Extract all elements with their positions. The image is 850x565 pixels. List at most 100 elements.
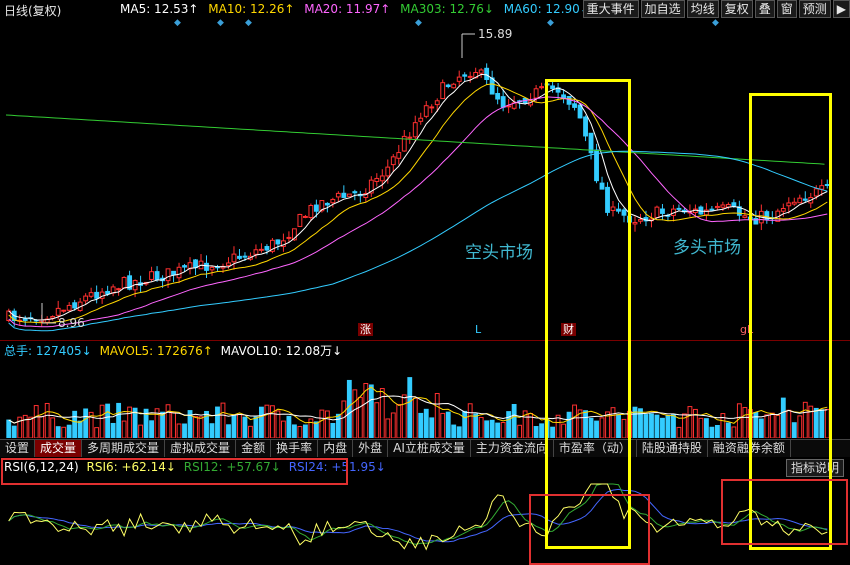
candle-body bbox=[742, 215, 748, 218]
candle-body bbox=[660, 208, 665, 214]
candle-body bbox=[396, 152, 402, 159]
bear-highlight-box bbox=[545, 79, 631, 549]
bear-market-annotation: 空头市场 bbox=[465, 243, 533, 263]
high-price-label: 15.89 bbox=[478, 27, 513, 41]
period-label[interactable]: 日线(复权) bbox=[4, 2, 61, 19]
volume-bar bbox=[44, 402, 50, 438]
candle-body bbox=[121, 276, 127, 289]
candle-body bbox=[467, 75, 473, 78]
volume-bar bbox=[396, 403, 402, 438]
volume-bar bbox=[352, 389, 358, 438]
ma-button[interactable]: 均线 bbox=[686, 0, 719, 18]
adjust-button[interactable]: 复权 bbox=[720, 0, 753, 18]
ma10-label: MA10: 12.26↑ bbox=[208, 2, 295, 16]
volume-bar bbox=[412, 397, 418, 438]
candle-body bbox=[330, 198, 336, 204]
candle-body bbox=[308, 204, 314, 219]
candle-body bbox=[539, 86, 545, 89]
limit-up-marker[interactable]: 涨 bbox=[358, 323, 373, 336]
candle-body bbox=[703, 209, 709, 216]
volume-bar bbox=[319, 409, 325, 438]
candle-body bbox=[709, 208, 715, 211]
volume-bar bbox=[313, 421, 319, 438]
candle-body bbox=[193, 259, 198, 269]
volume-bar bbox=[374, 402, 380, 438]
volume-bar bbox=[248, 425, 253, 438]
total-volume-label: 总手: 127405↓ bbox=[4, 344, 92, 358]
candle-body bbox=[176, 266, 182, 279]
volume-bar bbox=[484, 420, 490, 438]
volume-bar bbox=[423, 408, 429, 438]
candlestick-chart[interactable] bbox=[0, 18, 850, 340]
tab-amount[interactable]: 金额 bbox=[236, 440, 272, 457]
tab-turnover[interactable]: 换手率 bbox=[271, 440, 319, 457]
candle-body bbox=[231, 253, 237, 263]
volume-bar bbox=[665, 415, 671, 438]
candle-body bbox=[94, 291, 100, 299]
volume-bar bbox=[698, 417, 704, 438]
volume-chart[interactable] bbox=[0, 358, 850, 438]
candle-body bbox=[259, 248, 264, 251]
divider bbox=[0, 340, 850, 341]
volume-bar bbox=[330, 422, 336, 438]
volume-bar bbox=[703, 418, 709, 438]
tab-virtual-volume[interactable]: 虚拟成交量 bbox=[165, 440, 237, 457]
l-marker[interactable]: L bbox=[473, 323, 483, 336]
volume-bar bbox=[28, 416, 34, 438]
candle-body bbox=[335, 192, 341, 198]
forecast-button[interactable]: 预测 bbox=[798, 0, 831, 18]
candle-body bbox=[484, 67, 490, 81]
volume-bar bbox=[171, 412, 176, 438]
major-events-button[interactable]: 重大事件 bbox=[582, 0, 639, 18]
volume-bar bbox=[176, 423, 182, 438]
tab-multi-period-volume[interactable]: 多周期成交量 bbox=[82, 440, 166, 457]
tab-ai-volume[interactable]: AI立桩成交量 bbox=[388, 440, 471, 457]
overlay-button[interactable]: 叠 bbox=[754, 0, 775, 18]
volume-bar bbox=[709, 426, 715, 438]
candle-body bbox=[456, 76, 462, 82]
volume-bar bbox=[253, 416, 259, 438]
rsi-bear-highlight-box bbox=[529, 494, 650, 565]
play-icon[interactable]: ▶ bbox=[832, 0, 850, 18]
volume-bar bbox=[401, 394, 407, 438]
volume-bar bbox=[138, 424, 144, 438]
volume-bar bbox=[110, 422, 116, 438]
tab-settings[interactable]: 设置 bbox=[0, 440, 36, 457]
candle-body bbox=[632, 221, 638, 225]
window-button[interactable]: 窗 bbox=[776, 0, 797, 18]
volume-bar bbox=[671, 414, 676, 438]
volume-bar bbox=[429, 417, 435, 438]
candle-body bbox=[720, 204, 726, 208]
volume-bar bbox=[264, 404, 270, 438]
candle-body bbox=[297, 213, 303, 227]
volume-bar bbox=[324, 410, 330, 438]
volume-bar bbox=[500, 422, 506, 438]
tab-inner[interactable]: 内盘 bbox=[318, 440, 354, 457]
volume-bar bbox=[478, 416, 484, 438]
volume-bar bbox=[643, 414, 649, 438]
tab-volume[interactable]: 成交量 bbox=[35, 440, 83, 457]
ma60-label: MA60: 12.90↓ bbox=[503, 2, 590, 16]
bull-market-annotation: 多头市场 bbox=[673, 238, 741, 258]
candle-body bbox=[407, 136, 413, 139]
ma-legend: MA5: 12.53↑ MA10: 12.26↑ MA20: 11.97↑ MA… bbox=[120, 2, 596, 16]
rsi12-line bbox=[8, 483, 828, 545]
volume-bar bbox=[434, 393, 440, 438]
tab-hk-connect[interactable]: 陆股通持股 bbox=[637, 440, 708, 457]
volume-bar bbox=[654, 414, 660, 438]
candle-body bbox=[302, 215, 308, 218]
volume-bar bbox=[270, 405, 275, 438]
candle-body bbox=[489, 77, 495, 95]
add-watchlist-button[interactable]: 加自选 bbox=[640, 0, 685, 18]
volume-bar bbox=[451, 424, 457, 438]
tab-outer[interactable]: 外盘 bbox=[353, 440, 389, 457]
volume-bar bbox=[61, 426, 67, 438]
volume-bar bbox=[407, 377, 413, 438]
volume-bar bbox=[489, 419, 495, 438]
volume-bar bbox=[105, 403, 111, 438]
candle-body bbox=[346, 193, 352, 197]
volume-bar bbox=[676, 426, 682, 438]
tab-main-fund-flow[interactable]: 主力资金流向 bbox=[471, 440, 554, 457]
volume-bar bbox=[725, 422, 731, 438]
volume-bar bbox=[742, 407, 748, 438]
